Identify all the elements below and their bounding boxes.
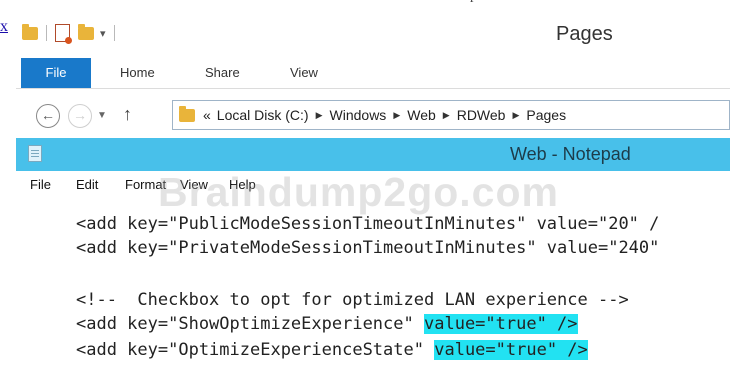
chevron-right-icon[interactable]: ▶	[443, 110, 450, 121]
quick-access-toolbar: ▾	[22, 22, 123, 44]
text-line: <add key="PublicModeSessionTimeoutInMinu…	[76, 214, 660, 234]
text-segment: <add key="OptimizeExperienceState"	[76, 340, 435, 360]
notepad-titlebar: Web - Notepad	[16, 138, 730, 171]
forward-arrow-icon[interactable]: →	[68, 104, 92, 128]
folder-icon	[179, 105, 195, 122]
breadcrumb-item[interactable]: Local Disk (C:)	[217, 107, 309, 123]
breadcrumb-item[interactable]: RDWeb	[457, 107, 506, 123]
folder-icon[interactable]	[22, 23, 38, 40]
recent-locations-chevron-icon[interactable]: ▼	[97, 110, 107, 121]
toolbar-separator	[46, 25, 47, 41]
selected-text: value="true" />	[434, 340, 588, 360]
window-title: Pages	[556, 23, 613, 45]
up-arrow-icon[interactable]: ↑	[123, 104, 132, 125]
text-line: <add key="PrivateModeSessionTimeoutInMin…	[76, 238, 660, 258]
menu-file[interactable]: File	[30, 177, 51, 192]
explorer-window: ▾ Pages File Home Share View ← → ▼ ↑ « L…	[16, 10, 730, 138]
text-line: <add key="ShowOptimizeExperience" value=…	[76, 313, 578, 335]
stray-link[interactable]: x	[0, 18, 8, 36]
customize-toolbar-icon[interactable]: ▾	[100, 27, 106, 40]
breadcrumb-item[interactable]: Windows	[330, 107, 387, 123]
tab-view[interactable]: View	[290, 58, 318, 88]
notepad-window: Web - Notepad File Edit Format View Help…	[16, 138, 730, 379]
explorer-titlebar: ▾ Pages	[16, 10, 730, 59]
tab-file[interactable]: File	[21, 58, 91, 88]
tab-share[interactable]: Share	[205, 58, 240, 88]
back-arrow-icon[interactable]: ←	[36, 104, 60, 128]
new-folder-icon[interactable]	[78, 23, 94, 40]
text-line: <add key="OptimizeExperienceState" value…	[76, 339, 588, 361]
selected-text: value="true" />	[424, 314, 578, 334]
properties-icon[interactable]	[55, 24, 72, 44]
watermark: Braindump2go.com	[158, 169, 559, 215]
breadcrumb-item[interactable]: Pages	[526, 107, 566, 123]
ribbon-tabs: File Home Share View	[16, 58, 730, 89]
chevron-right-icon[interactable]: ▶	[393, 110, 400, 121]
text-segment: <add key="ShowOptimizeExperience"	[76, 314, 424, 334]
toolbar-separator	[113, 25, 115, 41]
text-line: <!-- Checkbox to opt for optimized LAN e…	[76, 290, 629, 310]
menu-edit[interactable]: Edit	[76, 177, 98, 192]
address-bar-row: ← → ▼ ↑ « Local Disk (C:) ▶ Windows ▶ We…	[16, 100, 730, 134]
breadcrumb: « Local Disk (C:) ▶ Windows ▶ Web ▶ RDWe…	[179, 105, 566, 123]
top-caption: p	[470, 0, 477, 4]
window-title: Web - Notepad	[510, 144, 631, 164]
notepad-icon[interactable]	[28, 145, 42, 162]
chevron-right-icon[interactable]: ▶	[512, 110, 519, 121]
tab-home[interactable]: Home	[120, 58, 155, 88]
breadcrumb-item[interactable]: Web	[407, 107, 436, 123]
chevron-right-icon[interactable]: ▶	[316, 110, 323, 121]
address-bar[interactable]: « Local Disk (C:) ▶ Windows ▶ Web ▶ RDWe…	[172, 100, 730, 130]
breadcrumb-overflow[interactable]: «	[203, 107, 211, 123]
text-editor-area[interactable]: <add key="PublicModeSessionTimeoutInMinu…	[76, 213, 730, 360]
